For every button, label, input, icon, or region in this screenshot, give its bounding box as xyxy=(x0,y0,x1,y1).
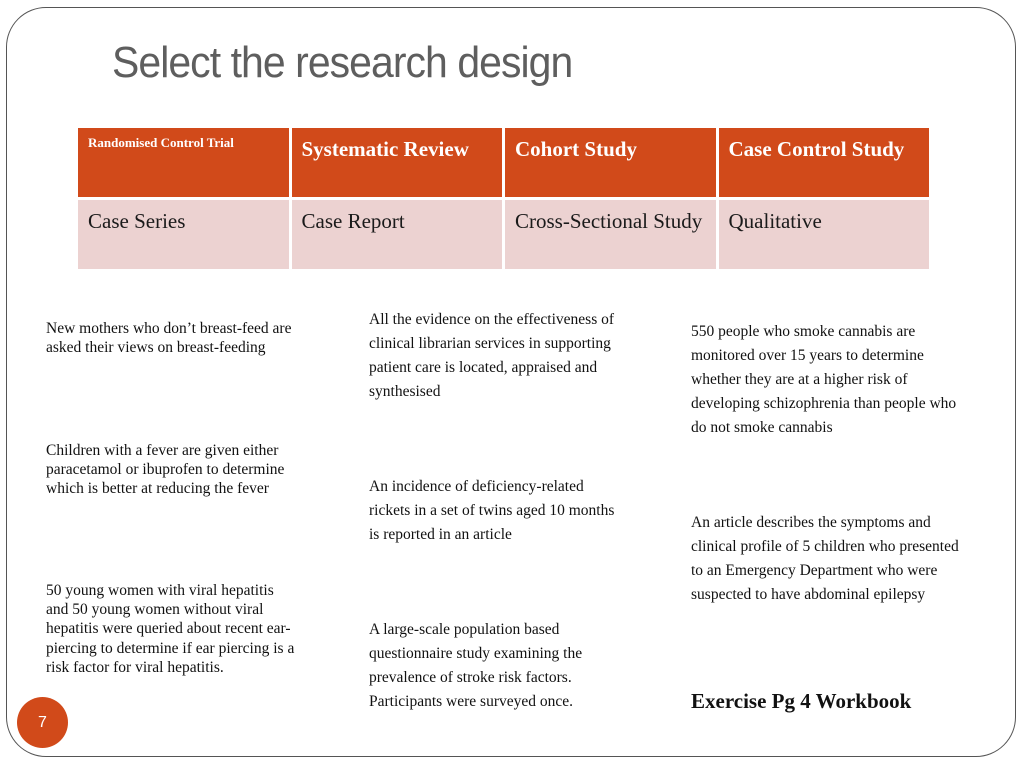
page-number-badge: 7 xyxy=(17,697,68,748)
scenario-text: All the evidence on the effectiveness of… xyxy=(369,311,615,400)
page-number: 7 xyxy=(38,713,47,731)
scenario-text: New mothers who don’t breast-feed are as… xyxy=(46,320,292,357)
scenario-text: An incidence of deficiency-related ricke… xyxy=(369,478,615,543)
design-option-case-report[interactable]: Case Report xyxy=(291,200,502,269)
design-option-rct[interactable]: Randomised Control Trial xyxy=(78,128,289,197)
scenario-text: An article describes the symptoms and cl… xyxy=(691,514,959,603)
scenario-text: A large-scale population based questionn… xyxy=(369,621,583,710)
slide-title: Select the research design xyxy=(112,38,573,87)
table-row: Case Series Case Report Cross-Sectional … xyxy=(78,200,929,269)
scenario-text: 50 young women with viral hepatitis and … xyxy=(46,582,295,676)
scenario-text: Children with a fever are given either p… xyxy=(46,442,285,498)
design-option-cohort-study[interactable]: Cohort Study xyxy=(505,128,716,197)
design-option-case-control-study[interactable]: Case Control Study xyxy=(718,128,929,197)
design-option-systematic-review[interactable]: Systematic Review xyxy=(291,128,502,197)
design-option-qualitative[interactable]: Qualitative xyxy=(718,200,929,269)
research-design-table: Randomised Control Trial Systematic Revi… xyxy=(75,125,932,272)
design-option-case-series[interactable]: Case Series xyxy=(78,200,289,269)
design-option-cross-sectional-study[interactable]: Cross-Sectional Study xyxy=(505,200,716,269)
table-row: Randomised Control Trial Systematic Revi… xyxy=(78,128,929,197)
exercise-reference: Exercise Pg 4 Workbook xyxy=(691,689,912,713)
scenario-text: 550 people who smoke cannabis are monito… xyxy=(691,323,957,436)
